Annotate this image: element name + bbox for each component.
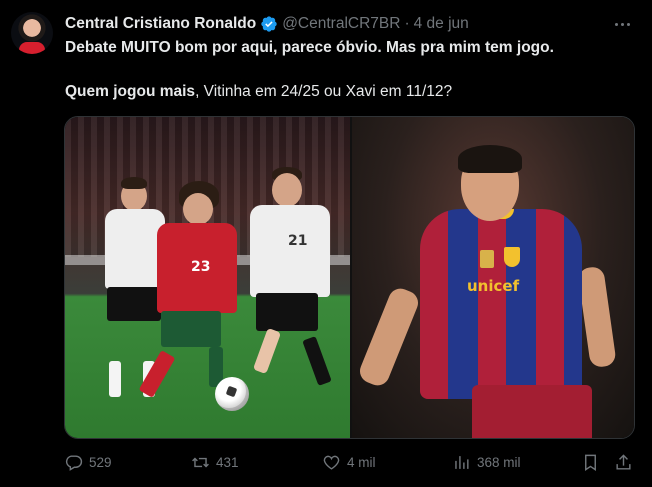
jersey-badge — [480, 250, 494, 268]
tweet-date[interactable]: 4 de jun — [414, 15, 469, 33]
tweet-text-bold: Quem jogou mais — [65, 83, 196, 100]
tweet-text-line2: Quem jogou mais, Vitinha em 24/25 ou Xav… — [65, 82, 635, 102]
photo-xavi[interactable]: unicef — [352, 117, 634, 438]
media-grid[interactable]: 23 21 unicef — [64, 116, 635, 439]
reply-button[interactable]: 529 — [64, 451, 112, 473]
share-icon — [616, 453, 631, 470]
handle[interactable]: @CentralCR7BR — [282, 15, 400, 33]
retweet-count: 431 — [216, 454, 239, 470]
like-count: 4 mil — [347, 454, 376, 470]
tweet: Central Cristiano Ronaldo @CentralCR7BR … — [0, 0, 652, 487]
bookmark-button[interactable] — [581, 451, 600, 473]
xavi-arm-right — [577, 265, 617, 369]
xavi-arm-left — [356, 285, 422, 389]
photo-vitinha[interactable]: 23 21 — [65, 117, 350, 438]
views-button[interactable]: 368 mil — [452, 451, 521, 473]
like-button[interactable]: 4 mil — [322, 451, 376, 473]
xavi-shorts — [472, 385, 592, 438]
xavi-jersey — [420, 209, 582, 399]
views-icon — [455, 455, 469, 469]
action-bar: 529 431 4 mil 368 mil — [64, 451, 635, 473]
display-name[interactable]: Central Cristiano Ronaldo — [65, 15, 256, 33]
sponsor-text: unicef — [467, 277, 520, 295]
tweet-text-rest: , Vitinha em 24/25 ou Xavi em 11/12? — [195, 83, 453, 100]
verified-icon — [261, 16, 277, 32]
reply-icon — [65, 454, 83, 471]
retweet-icon — [192, 457, 209, 467]
separator: · — [404, 15, 410, 32]
xavi-hair — [458, 145, 522, 173]
club-crest — [504, 247, 520, 267]
bookmark-icon — [585, 454, 596, 471]
more-icon[interactable] — [612, 14, 632, 34]
share-button[interactable] — [614, 451, 633, 473]
player-white-right: 21 — [230, 167, 340, 407]
retweet-button[interactable]: 431 — [191, 451, 239, 473]
avatar-shirt — [19, 42, 45, 54]
like-icon — [323, 455, 340, 470]
reply-count: 529 — [89, 454, 112, 470]
avatar[interactable] — [11, 12, 53, 54]
jersey-number: 23 — [191, 259, 211, 275]
tweet-text-line1: Debate MUITO bom por aqui, parece óbvio.… — [65, 39, 554, 56]
football — [215, 377, 249, 411]
view-count: 368 mil — [477, 454, 521, 470]
tweet-header: Central Cristiano Ronaldo @CentralCR7BR … — [65, 14, 632, 34]
